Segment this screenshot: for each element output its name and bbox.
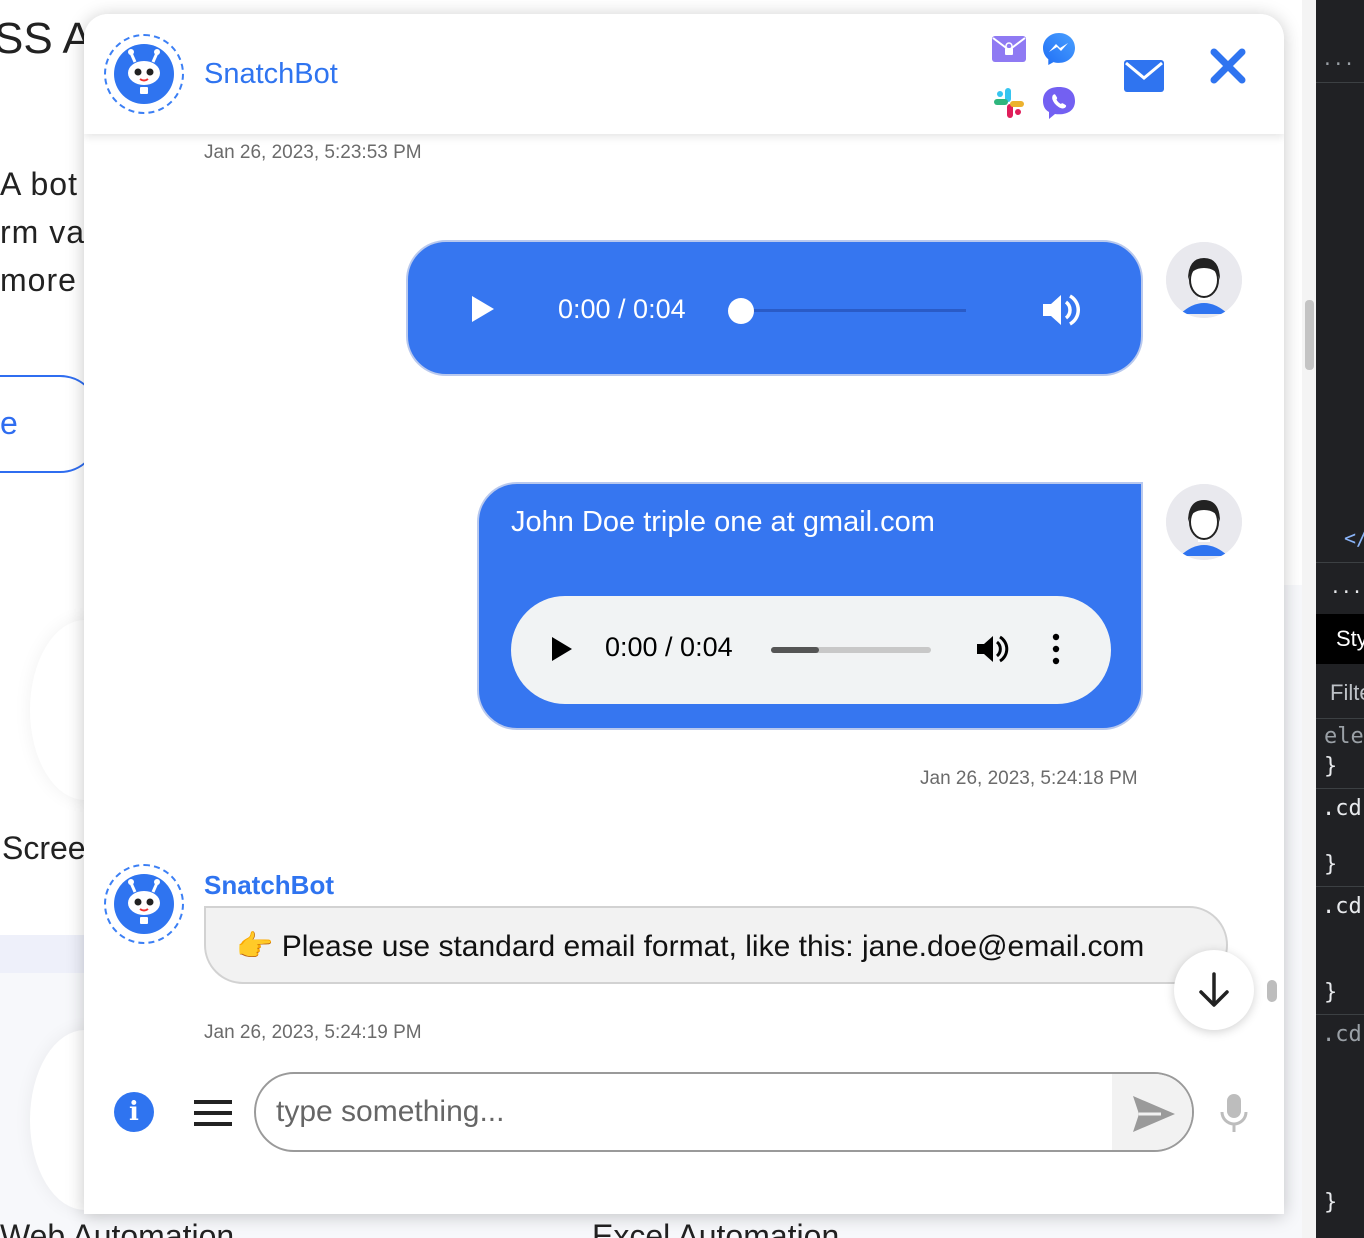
message-input[interactable]	[276, 1088, 1096, 1136]
user-audio-message: 0:00 / 0:04	[406, 240, 1143, 376]
robot-icon	[114, 874, 174, 934]
devtools-tag: </	[1344, 526, 1364, 550]
devtools-code: .cd	[1322, 1022, 1362, 1047]
page-scrollbar[interactable]	[1302, 0, 1316, 1238]
devtools-more[interactable]: ···	[1322, 54, 1355, 75]
devtools-code: }	[1324, 852, 1338, 877]
play-icon[interactable]	[470, 294, 496, 324]
scroll-down-button[interactable]	[1174, 950, 1254, 1030]
audio-time: 0:00 / 0:04	[605, 632, 733, 662]
volume-icon[interactable]	[975, 632, 1009, 666]
message-timestamp: Jan 26, 2023, 5:24:18 PM	[920, 768, 1138, 789]
info-icon[interactable]: i	[114, 1092, 154, 1132]
microphone-icon[interactable]	[1218, 1092, 1250, 1134]
chat-widget: SnatchBot Jan 26, 2023, 5:23:53 PM 0:00 …	[84, 14, 1284, 1214]
audio-seek-bar[interactable]	[728, 309, 966, 312]
message-timestamp: Jan 26, 2023, 5:23:53 PM	[204, 142, 422, 163]
close-icon[interactable]	[1208, 46, 1248, 86]
message-text: John Doe triple one at gmail.com	[511, 506, 935, 538]
message-sender: SnatchBot	[204, 870, 334, 900]
envelope-icon[interactable]	[1122, 54, 1166, 98]
devtools-panel: ··· </ ··· Sty Filte ele } .cd } .cd } .…	[1316, 0, 1364, 1238]
bg-text-line: rm va	[0, 214, 85, 250]
devtools-code: ele	[1324, 724, 1364, 749]
send-button[interactable]	[1112, 1074, 1192, 1150]
audio-seek-knob[interactable]	[728, 298, 754, 324]
slack-icon[interactable]	[990, 84, 1028, 122]
devtools-code: }	[1324, 980, 1338, 1005]
viber-icon[interactable]	[1040, 84, 1078, 122]
bg-card-label: Excel Automation	[592, 1218, 840, 1238]
header-bot-name: SnatchBot	[204, 58, 338, 90]
bg-card-label: Scree	[2, 830, 86, 866]
user-icon	[1166, 484, 1242, 560]
volume-icon[interactable]	[1040, 290, 1080, 330]
devtools-code: }	[1324, 754, 1338, 779]
bg-card-label: Web Automation	[0, 1218, 235, 1238]
user-avatar	[1166, 484, 1242, 560]
chat-header: SnatchBot	[84, 14, 1284, 134]
bot-avatar	[104, 864, 184, 944]
bot-avatar	[104, 34, 184, 114]
menu-icon[interactable]	[194, 1100, 232, 1126]
devtools-filter[interactable]: Filte	[1330, 680, 1364, 706]
robot-icon	[114, 44, 174, 104]
chat-scrollbar-thumb[interactable]	[1267, 980, 1277, 1002]
devtools-code: }	[1324, 1190, 1338, 1215]
page-scrollbar-thumb[interactable]	[1305, 300, 1314, 370]
audio-player: 0:00 / 0:04	[511, 596, 1111, 704]
bg-text-line: A bot	[0, 166, 78, 202]
bg-text-line: more	[0, 262, 77, 298]
bot-message: 👉 Please use standard email format, like…	[204, 906, 1228, 984]
audio-progress	[771, 647, 819, 653]
messenger-icon[interactable]	[1040, 30, 1078, 68]
devtools-more[interactable]: ···	[1330, 582, 1363, 603]
more-options-icon[interactable]	[1051, 632, 1061, 666]
message-text: 👉 Please use standard email format, like…	[236, 930, 1145, 963]
devtools-code: .cd	[1322, 894, 1362, 919]
tab-styles[interactable]: Sty	[1316, 614, 1364, 664]
message-input-container	[254, 1072, 1194, 1152]
audio-time: 0:00 / 0:04	[558, 294, 686, 324]
user-text-message: John Doe triple one at gmail.com 0:00 / …	[477, 482, 1143, 730]
bg-button-label: e	[0, 405, 18, 441]
bg-band	[0, 935, 90, 973]
arrow-down-icon	[1199, 972, 1229, 1007]
send-icon	[1133, 1096, 1175, 1132]
play-icon[interactable]	[551, 636, 573, 662]
user-icon	[1166, 242, 1242, 318]
user-avatar	[1166, 242, 1242, 318]
secure-mail-icon[interactable]	[990, 30, 1028, 68]
message-timestamp: Jan 26, 2023, 5:24:19 PM	[204, 1022, 422, 1043]
audio-seek-bar[interactable]	[771, 647, 931, 653]
devtools-code: .cd	[1322, 796, 1362, 821]
